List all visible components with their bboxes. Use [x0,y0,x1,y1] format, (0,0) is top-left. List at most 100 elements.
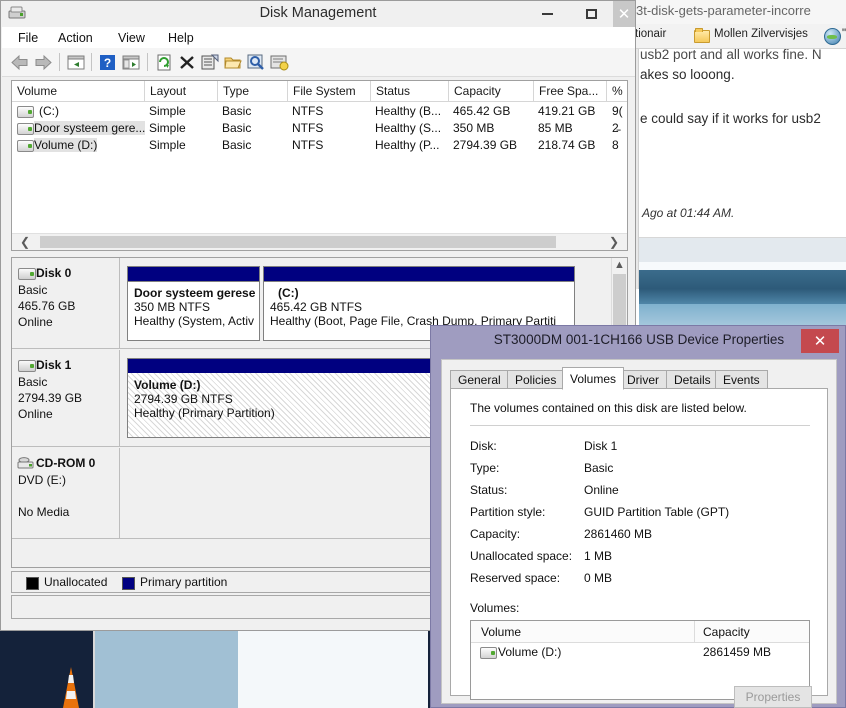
cell-filesystem: NTFS [292,121,324,135]
legend-label-primary: Primary partition [140,575,228,589]
cell-filesystem: NTFS [292,104,324,118]
refresh-icon[interactable] [154,53,174,72]
cell-freespace: 218.74 GB [538,138,596,152]
close-button[interactable]: ✕ [613,1,635,27]
folder-icon [694,28,710,43]
cell-capacity: 2794.39 GB [453,138,518,152]
cell-capacity: 465.42 GB [453,104,511,118]
menu-item-view[interactable]: View [112,30,151,46]
minimize-button[interactable] [525,1,569,27]
partition-health: Healthy (System, Activ [134,314,255,328]
tab-details[interactable]: Details [666,370,719,389]
cell-filesystem: NTFS [292,138,324,152]
help-icon[interactable]: ? [98,53,118,72]
cell-capacity: 2861459 MB [703,645,772,659]
column-header-volume[interactable]: Volume [481,625,521,639]
column-header-status[interactable]: Status [371,81,449,101]
rescan-disks-icon[interactable] [269,53,289,72]
disk-management-titlebar[interactable]: Disk Management ✕ [1,1,635,27]
column-header-layout[interactable]: Layout [145,81,218,101]
scrollbar-thumb[interactable] [40,236,556,248]
column-header-capacity[interactable]: Capacity [449,81,534,101]
legend-swatch-primary [122,577,135,590]
field-value-capacity: 2861460 MB [584,527,653,541]
table-row[interactable]: Volume (D:) Simple Basic NTFS Healthy (P… [12,137,627,154]
menu-item-action[interactable]: Action [52,30,99,46]
maximize-button[interactable] [569,1,613,27]
volume-list-header: Volume Layout Type File System Status Ca… [12,81,627,102]
cell-volume: Door systeem gere... [34,121,146,135]
cell-volume: Volume (D:) [34,138,98,152]
svg-text:?: ? [104,56,111,70]
legend-swatch-unallocated [26,577,39,590]
tab-policies[interactable]: Policies [507,370,565,389]
desktop-window-blue [93,627,239,708]
list-item[interactable]: Volume (D:) 2861459 MB [471,642,809,662]
properties-list-icon[interactable] [121,53,141,72]
column-header-volume[interactable]: Volume [12,81,145,101]
scroll-left-icon[interactable]: ❮ [20,235,30,249]
back-arrow-icon[interactable] [10,53,30,72]
partition-size: 350 MB NTFS [134,300,211,314]
volumes-tab-panel: The volumes contained on this disk are l… [450,388,828,700]
partition-capacity-bar [264,267,574,282]
forward-arrow-icon[interactable] [33,53,53,72]
scrollbar-thumb[interactable] [613,274,626,328]
dialog-tabstrip: General Policies Volumes Driver Details … [450,367,828,390]
open-folder-icon[interactable] [223,53,243,72]
scroll-up-icon[interactable]: ▲ [614,259,625,271]
bookmark-item-tionair[interactable]: tionair [635,28,666,40]
cell-freespace: 85 MB [538,121,573,135]
vlc-cone-icon [63,667,79,708]
cell-status: Healthy (B... [375,104,442,118]
table-row[interactable]: Door systeem gere... Simple Basic NTFS H… [12,120,627,137]
bookmark-item-mollen[interactable]: Mollen Zilvervisjes [714,28,808,40]
disk-name-label: Disk 1 [36,358,72,372]
bookmark-item-quote[interactable]: "M [842,28,846,40]
show-hide-tree-icon[interactable] [66,53,86,72]
menu-item-file[interactable]: File [12,30,44,46]
column-header-capacity[interactable]: Capacity [703,625,750,639]
drive-icon [17,140,34,152]
dialog-body: General Policies Volumes Driver Details … [441,359,837,704]
page-timestamp-line: Ago at 01:44 AM. [642,206,735,220]
disk-size-label: 465.76 GB [18,299,76,313]
dialog-close-button[interactable]: ✕ [801,329,839,353]
volumes-listbox-header: Volume Capacity [471,621,809,643]
tab-volumes[interactable]: Volumes [562,367,625,390]
cell-percent: 8 [612,138,619,152]
properties-button[interactable]: Properties [734,686,812,708]
disk-type-label: Basic [18,283,48,297]
column-header-freespace[interactable]: Free Spa... [534,81,607,101]
column-header-percent[interactable]: % [607,81,627,101]
cell-layout: Simple [149,138,186,152]
tab-events[interactable]: Events [715,370,768,389]
desktop-window-white [238,627,428,708]
disk-info-0: Disk 0 Basic 465.76 GB Online [12,258,120,348]
drive-icon [17,123,34,135]
search-icon[interactable] [246,53,266,72]
partition-capacity-bar [128,267,259,282]
page-band-gray [639,238,846,262]
disk-info-1: Disk 1 Basic 2794.39 GB Online [12,350,120,446]
scroll-right-icon[interactable]: ❯ [609,235,619,249]
field-label-unallocated: Unallocated space: [470,549,573,563]
menu-item-help[interactable]: Help [162,30,200,46]
toolbar: ? [2,48,635,77]
new-window-icon[interactable] [200,53,220,72]
column-header-filesystem[interactable]: File System [288,81,371,101]
column-header-type[interactable]: Type [218,81,288,101]
browser-address-bar[interactable]: 3t-disk-gets-parameter-incorre [634,0,846,25]
volume-list-horizontal-scrollbar[interactable]: ❮ ❯ [12,233,627,250]
delete-icon[interactable] [177,53,197,72]
partition-system-reserved[interactable]: Door systeem gerese 350 MB NTFS Healthy … [127,266,260,341]
screen-root: 3t-disk-gets-parameter-incorre tionair M… [0,0,846,708]
table-row[interactable]: (C:) Simple Basic NTFS Healthy (B... 465… [12,103,627,120]
volume-list-pane: Volume Layout Type File System Status Ca… [11,80,628,251]
tab-general[interactable]: General [450,370,509,389]
tab-driver[interactable]: Driver [619,370,667,389]
cell-type: Basic [222,138,252,152]
field-label-disk: Disk: [470,439,497,453]
volumes-intro-text: The volumes contained on this disk are l… [470,401,747,415]
cell-layout: Simple [149,121,186,135]
